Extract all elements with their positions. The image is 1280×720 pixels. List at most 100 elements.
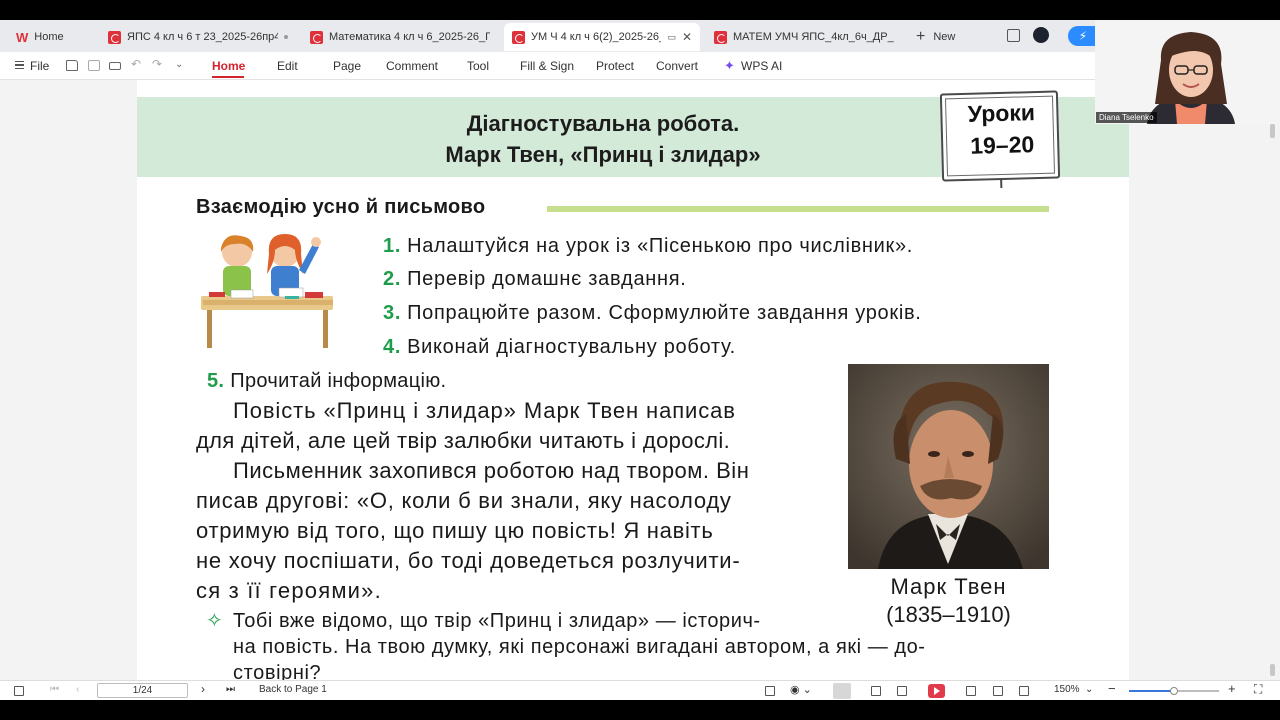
zoom-in-icon[interactable]: + — [1228, 681, 1236, 696]
eye-view-icon[interactable]: ◉ ⌄ — [790, 683, 812, 696]
task-5: 5. Прочитай інформацію. — [207, 370, 446, 393]
task-text: Перевір домашнє завдання. — [407, 268, 687, 290]
pdf-icon — [310, 30, 323, 44]
paragraph-line: не хочу поспішати, бо тоді доведеться ро… — [196, 548, 741, 573]
task-1: 1. Налаштуйся на урок із «Пісенькою про ч… — [383, 235, 913, 258]
back-to-page-link[interactable]: Back to Page 1 — [259, 684, 327, 695]
chevron-down-icon[interactable]: ⌄ — [175, 59, 183, 70]
menu-page[interactable]: Page — [333, 59, 361, 73]
file-menu[interactable]: File — [30, 59, 49, 73]
status-bar: ⏮ ‹ 1/24 › ⏭ Back to Page 1 ◉ ⌄ 150% ⌄ −… — [0, 680, 1280, 700]
continuous-view-icon[interactable] — [871, 686, 881, 696]
sidebar-toggle-icon[interactable] — [14, 686, 24, 696]
lesson-box-tail — [1000, 177, 1003, 189]
thumbnail-view-icon[interactable] — [966, 686, 976, 696]
question-line: Тобі вже відомо, що твір «Принц і злидар… — [233, 610, 761, 632]
portrait-caption-years: (1835–1910) — [886, 602, 1011, 627]
zoom-dropdown-chevron-icon[interactable]: ⌄ — [1085, 684, 1093, 695]
previous-page-icon[interactable]: ‹ — [76, 684, 79, 695]
redo-icon[interactable]: ↷ — [152, 57, 162, 71]
tab-label: ЯПС 4 кл ч 6 т 23_2025-26пр4.pdf — [127, 31, 278, 43]
close-tab-icon[interactable]: ✕ — [682, 30, 692, 44]
menu-convert[interactable]: Convert — [656, 59, 698, 73]
tab-label: УМ Ч 4 кл ч 6(2)_2025-26_ти — [531, 31, 661, 43]
task-number: 3. — [383, 302, 402, 324]
pdf-icon — [108, 30, 121, 44]
task-text: Виконай діагностувальну роботу. — [407, 336, 736, 358]
tab-home[interactable]: W Home — [8, 23, 96, 51]
unsaved-dot-icon — [284, 35, 288, 39]
menu-fill-sign[interactable]: Fill & Sign — [520, 59, 574, 73]
zoom-slider-fill — [1129, 690, 1173, 692]
menu-wps-ai[interactable]: WPS AI — [741, 59, 782, 73]
undo-icon[interactable]: ↶ — [131, 57, 141, 71]
mark-twain-portrait — [848, 364, 1049, 569]
bookmark-icon[interactable] — [1019, 686, 1029, 696]
tab-document-2[interactable]: Математика 4 кл ч 6_2025-26_ГОТ_т — [302, 23, 498, 51]
hamburger-menu-icon[interactable] — [15, 61, 24, 69]
task-number: 4. — [383, 336, 402, 358]
lightning-icon: ⚡ — [1078, 29, 1088, 43]
monitor-icon: ▭ — [667, 31, 676, 42]
page-number-input[interactable]: 1/24 — [97, 683, 188, 698]
menu-comment[interactable]: Comment — [386, 59, 438, 73]
lesson-number-box: Уроки 19–20 — [939, 90, 1061, 189]
task-2: 2. Перевір домашнє завдання. — [383, 268, 687, 291]
save-icon[interactable] — [88, 60, 100, 71]
export-icon[interactable] — [765, 686, 775, 696]
last-page-icon[interactable]: ⏭ — [226, 684, 235, 695]
play-slideshow-icon[interactable] — [928, 684, 945, 698]
task-3: 3. Попрацюйте разом. Сформулюйте завдання… — [383, 302, 922, 325]
portrait-caption-name: Марк Твен — [890, 574, 1007, 599]
two-page-view-icon[interactable] — [897, 686, 907, 696]
tab-document-4[interactable]: МАТЕМ УМЧ ЯПС_4кл_6ч_ДР_2025- — [706, 23, 902, 51]
fit-page-icon[interactable] — [993, 686, 1003, 696]
menu-protect[interactable]: Protect — [596, 59, 634, 73]
vertical-scrollbar-end[interactable] — [1270, 664, 1275, 676]
print-icon[interactable] — [109, 62, 121, 70]
menu-tool[interactable]: Tool — [467, 59, 489, 73]
tab-label: Математика 4 кл ч 6_2025-26_ГОТ_т — [329, 31, 490, 43]
paragraph-line: для дітей, але цей твір залюбки читають … — [196, 428, 731, 453]
pdf-icon — [512, 30, 525, 44]
children-at-desk-illustration — [201, 234, 333, 348]
zoom-level[interactable]: 150% — [1054, 684, 1080, 695]
plus-icon: + — [916, 28, 926, 45]
new-tab-label: New — [933, 31, 956, 43]
paragraph-line: Письменник захопився роботою над твором.… — [233, 458, 750, 483]
task-text: Прочитай інформацію. — [230, 370, 447, 392]
menu-edit[interactable]: Edit — [277, 59, 298, 73]
tab-document-1[interactable]: ЯПС 4 кл ч 6 т 23_2025-26пр4.pdf — [100, 23, 296, 51]
vertical-scrollbar-thumb[interactable] — [1270, 124, 1275, 138]
task-text: Попрацюйте разом. Сформулюйте завдання у… — [407, 302, 922, 324]
question-line: стовірні? — [233, 662, 322, 680]
upgrade-button[interactable]: ⚡ — [1068, 26, 1098, 46]
zoom-slider-handle[interactable] — [1170, 687, 1178, 695]
task-number: 1. — [383, 235, 402, 257]
tab-document-3-active[interactable]: УМ Ч 4 кл ч 6(2)_2025-26_ти ▭ ✕ — [504, 23, 700, 51]
participant-video-tile — [1095, 20, 1280, 124]
task-number: 2. — [383, 268, 402, 290]
single-page-view-icon[interactable] — [833, 683, 851, 699]
participant-name: Diana Tselenko — [1096, 112, 1157, 123]
paragraph-line: Повість «Принц і злидар» Марк Твен напис… — [233, 398, 736, 423]
open-folder-icon[interactable] — [66, 60, 78, 71]
tab-label: Home — [34, 31, 64, 43]
paragraph-line: ся з її героями». — [196, 578, 382, 603]
sparkle-icon: ✧ — [206, 610, 223, 632]
question-line: на повість. На твою думку, які персонажі… — [233, 636, 926, 658]
lesson-label: Уроки — [967, 99, 1036, 127]
section-divider — [547, 206, 1049, 212]
zoom-out-icon[interactable]: − — [1108, 681, 1116, 696]
fullscreen-icon[interactable]: ⛶ — [1254, 682, 1262, 697]
window-restore-icon[interactable] — [1007, 29, 1020, 42]
active-menu-underline — [212, 76, 244, 78]
new-tab-button[interactable]: + New — [916, 28, 955, 46]
account-avatar-icon[interactable] — [1033, 27, 1049, 43]
menu-home[interactable]: Home — [212, 59, 245, 73]
top-letterbox — [0, 0, 1280, 20]
wps-icon: W — [16, 29, 29, 45]
wps-ai-icon: ✦ — [724, 58, 735, 73]
next-page-icon[interactable]: › — [201, 682, 205, 696]
first-page-icon[interactable]: ⏮ — [50, 684, 59, 695]
